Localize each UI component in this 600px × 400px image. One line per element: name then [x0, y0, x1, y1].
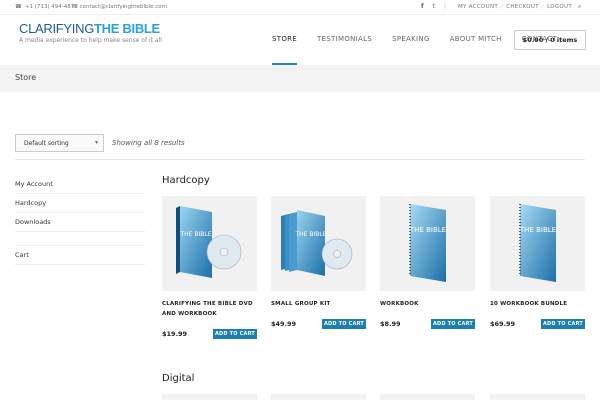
product-name[interactable]: CLARIFYING THE BIBLE DVD AND WORKBOOK — [162, 299, 257, 319]
separator: | — [443, 3, 447, 10]
product-name[interactable]: WORKBOOK — [380, 299, 475, 309]
logo-part-a: CLARIFYING — [19, 21, 95, 36]
separator: / — [501, 4, 504, 10]
phone-contact: ☎ +1 (713) 494-4878 — [15, 4, 78, 10]
nav-item-about-mitch[interactable]: ABOUT MITCH — [440, 15, 512, 65]
product-image-workbook: THE BIBLE — [409, 204, 446, 282]
search-icon[interactable]: ⌕ — [578, 3, 581, 11]
email-address[interactable]: contact@clarifyingthebible.com — [80, 4, 167, 10]
product-card: THE BIBLE SMALL GROUP KIT $49.99 ADD TO … — [271, 196, 366, 329]
section-title-digital: Digital — [162, 373, 195, 384]
cart-button[interactable]: $0.00 / 0 items — [514, 30, 586, 50]
product-name[interactable]: 10 WORKBOOK BUNDLE — [490, 299, 585, 309]
nav-item-speaking[interactable]: SPEAKING — [382, 15, 440, 65]
add-to-cart-button[interactable]: ADD TO CART — [322, 319, 366, 329]
divider — [15, 159, 585, 160]
sort-value: Default sorting — [24, 140, 69, 147]
cover-text: THE BIBLE — [519, 226, 556, 234]
sidebar: My Account Hardcopy Downloads Cart — [15, 175, 145, 265]
sidebar-item-cart[interactable]: Cart — [15, 246, 145, 265]
product-card: THE BIBLE 10 WORKBOOK BUNDLE $69.99 ADD … — [490, 196, 585, 329]
phone-number: +1 (713) 494-4878 — [24, 4, 78, 10]
cover-text: THE BIBLE — [409, 226, 446, 234]
product-image[interactable]: THE BIBLE — [490, 196, 585, 291]
facebook-icon[interactable]: f — [421, 3, 424, 10]
logo-wordmark: CLARIFYINGTHE BIBLE — [19, 21, 162, 36]
product-name[interactable]: SMALL GROUP KIT — [271, 299, 366, 309]
separator: / — [541, 4, 545, 10]
social-links: f t | — [421, 3, 446, 10]
product-image[interactable] — [490, 394, 585, 400]
sidebar-spacer — [15, 232, 145, 246]
checkout-link[interactable]: CHECKOUT — [506, 4, 539, 10]
account-links: MY ACCOUNT / CHECKOUT / LOGOUT — [458, 4, 572, 10]
page-title-band: Store — [0, 65, 600, 92]
product-price: $19.99 — [162, 330, 188, 338]
top-bar: ☎ +1 (713) 494-4878 ✉ contact@clarifying… — [0, 0, 600, 15]
phone-icon: ☎ — [15, 4, 22, 10]
logo-tagline: A media experience to help make sense of… — [19, 37, 162, 44]
site-header: CLARIFYINGTHE BIBLE A media experience t… — [0, 15, 600, 65]
sidebar-item-downloads[interactable]: Downloads — [15, 213, 145, 232]
logo-part-b: THE BIBLE — [94, 21, 160, 36]
logout-link[interactable]: LOGOUT — [547, 4, 572, 10]
add-to-cart-button[interactable]: ADD TO CART — [431, 319, 475, 329]
product-image-small-group-kit: THE BIBLE — [281, 210, 353, 276]
mail-icon: ✉ — [72, 4, 77, 10]
product-image[interactable] — [271, 394, 366, 400]
dropdown-arrow-icon: ▾ — [94, 139, 98, 146]
section-title-hardcopy: Hardcopy — [162, 175, 210, 186]
add-to-cart-button[interactable]: ADD TO CART — [541, 319, 585, 329]
twitter-icon[interactable]: t — [433, 3, 435, 10]
page-title: Store — [15, 73, 37, 82]
product-image-workbook-bundle: THE BIBLE — [519, 204, 556, 282]
sidebar-item-my-account[interactable]: My Account — [15, 175, 145, 194]
product-image[interactable] — [162, 394, 257, 400]
nav-item-testimonials[interactable]: TESTIMONIALS — [307, 15, 382, 65]
product-card: THE BIBLE CLARIFYING THE BIBLE DVD AND W… — [162, 196, 257, 339]
product-image[interactable] — [380, 394, 475, 400]
site-logo[interactable]: CLARIFYINGTHE BIBLE A media experience t… — [19, 21, 162, 44]
product-grid-hardcopy: THE BIBLE CLARIFYING THE BIBLE DVD AND W… — [162, 196, 586, 341]
sort-select[interactable]: Default sorting ▾ — [15, 134, 104, 152]
nav-item-store[interactable]: STORE — [262, 15, 307, 65]
product-image[interactable]: THE BIBLE — [271, 196, 366, 291]
cover-text: THE BIBLE — [294, 231, 326, 238]
sidebar-item-hardcopy[interactable]: Hardcopy — [15, 194, 145, 213]
product-image[interactable]: THE BIBLE — [162, 196, 257, 291]
product-card: THE BIBLE WORKBOOK $8.99 ADD TO CART — [380, 196, 475, 329]
product-price: $69.99 — [490, 320, 516, 328]
add-to-cart-button[interactable]: ADD TO CART — [213, 329, 257, 339]
product-price: $8.99 — [380, 320, 401, 328]
product-image[interactable]: THE BIBLE — [380, 196, 475, 291]
my-account-link[interactable]: MY ACCOUNT — [458, 4, 498, 10]
result-count: Showing all 8 results — [112, 139, 185, 147]
product-image-dvd-workbook: THE BIBLE — [176, 206, 242, 278]
product-price: $49.99 — [271, 320, 297, 328]
cover-text: THE BIBLE — [179, 231, 211, 238]
email-contact[interactable]: ✉ contact@clarifyingthebible.com — [72, 4, 167, 10]
